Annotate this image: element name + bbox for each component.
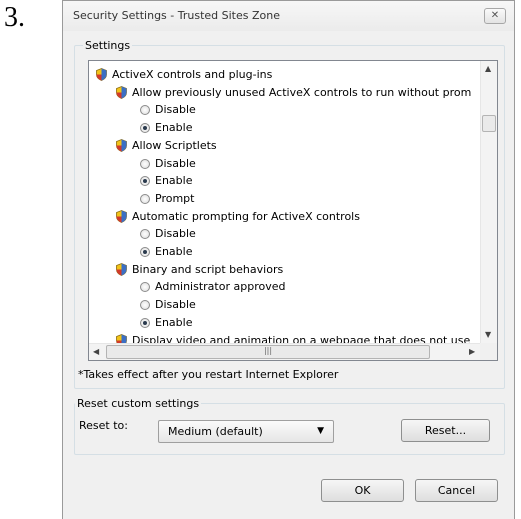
radio-icon[interactable]: [140, 158, 150, 169]
radio-selected-icon[interactable]: [140, 123, 150, 134]
radio-icon[interactable]: [140, 282, 150, 293]
radio-selected-icon[interactable]: [140, 247, 150, 257]
security-shield-icon: [116, 138, 127, 152]
setting-label: Enable: [155, 174, 193, 188]
radio-icon[interactable]: [140, 105, 150, 116]
setting-label: Disable: [155, 227, 196, 241]
setting-option[interactable]: Disable: [89, 156, 479, 172]
radio-selected-icon[interactable]: [140, 176, 150, 187]
vertical-scroll-thumb[interactable]: [482, 115, 496, 132]
setting-option[interactable]: Enable: [89, 244, 479, 260]
setting-label: Disable: [155, 156, 196, 170]
setting-label: Enable: [155, 245, 193, 258]
security-settings-dialog: Security Settings - Trusted Sites Zone ✕…: [62, 0, 515, 519]
security-shield-icon: [116, 209, 127, 223]
setting-label: Enable: [155, 121, 193, 135]
close-icon: ✕: [490, 10, 500, 21]
chevron-down-icon: ▼: [317, 426, 324, 436]
close-button[interactable]: ✕: [484, 8, 506, 24]
security-shield-icon: [116, 262, 127, 276]
setting-label: Prompt: [155, 191, 195, 205]
setting-option[interactable]: Administrator approved: [89, 279, 479, 295]
setting-label: Disable: [155, 298, 196, 312]
scrollbar-corner: [480, 343, 497, 360]
setting-item: Allow Scriptlets: [89, 138, 479, 154]
setting-option[interactable]: Disable: [89, 102, 479, 118]
security-shield-icon: [116, 85, 127, 99]
setting-label: Administrator approved: [155, 280, 286, 294]
setting-option[interactable]: Enable: [89, 173, 479, 189]
setting-item: Binary and script behaviors: [89, 262, 479, 278]
vertical-scrollbar[interactable]: ▲ ▼: [480, 61, 497, 343]
setting-item: Allow previously unused ActiveX controls…: [89, 85, 479, 101]
setting-option[interactable]: Enable: [89, 120, 479, 136]
title-bar: Security Settings - Trusted Sites Zone ✕: [63, 1, 514, 31]
setting-label: ActiveX controls and plug-ins: [112, 68, 273, 81]
restart-note: *Takes effect after you restart Internet…: [78, 368, 339, 381]
reset-group-label: Reset custom settings: [75, 397, 202, 410]
radio-selected-icon[interactable]: [140, 317, 150, 328]
setting-category: ActiveX controls and plug-ins: [89, 67, 479, 83]
horizontal-scroll-thumb[interactable]: |||: [106, 345, 430, 359]
setting-label: Automatic prompting for ActiveX controls: [132, 209, 360, 223]
setting-option[interactable]: Disable: [89, 226, 479, 242]
grip-icon: |||: [263, 346, 273, 355]
setting-option[interactable]: Disable: [89, 297, 479, 313]
dialog-title: Security Settings - Trusted Sites Zone: [73, 9, 280, 22]
reset-level-select[interactable]: Medium (default) ▼: [158, 420, 334, 443]
reset-to-label: Reset to:: [79, 419, 128, 432]
radio-icon[interactable]: [140, 193, 150, 204]
scroll-left-icon[interactable]: ◀: [93, 348, 99, 356]
radio-icon[interactable]: [140, 300, 150, 311]
setting-label: Allow previously unused ActiveX controls…: [132, 85, 472, 99]
setting-label: Binary and script behaviors: [132, 262, 284, 276]
setting-label: Allow Scriptlets: [132, 138, 217, 152]
reset-button[interactable]: Reset...: [401, 419, 490, 442]
ok-button[interactable]: OK: [321, 479, 404, 502]
cancel-button[interactable]: Cancel: [415, 479, 498, 502]
setting-item: Automatic prompting for ActiveX controls: [89, 209, 479, 225]
setting-option[interactable]: Prompt: [89, 191, 479, 207]
scroll-up-icon[interactable]: ▲: [485, 65, 491, 73]
setting-label: Enable: [155, 315, 193, 329]
settings-tree[interactable]: ActiveX controls and plug-ins Allow previ…: [88, 60, 498, 361]
scroll-right-icon[interactable]: ▶: [469, 348, 475, 356]
setting-label: Disable: [155, 103, 196, 117]
radio-icon[interactable]: [140, 229, 150, 240]
scroll-down-icon[interactable]: ▼: [485, 331, 491, 339]
security-shield-icon: [96, 68, 107, 81]
horizontal-scrollbar[interactable]: ◀ ||| ▶: [89, 343, 480, 360]
step-number: 3.: [4, 2, 25, 33]
settings-group-label: Settings: [83, 39, 133, 52]
reset-level-value: Medium (default): [168, 425, 263, 438]
setting-option[interactable]: Enable: [89, 315, 479, 331]
